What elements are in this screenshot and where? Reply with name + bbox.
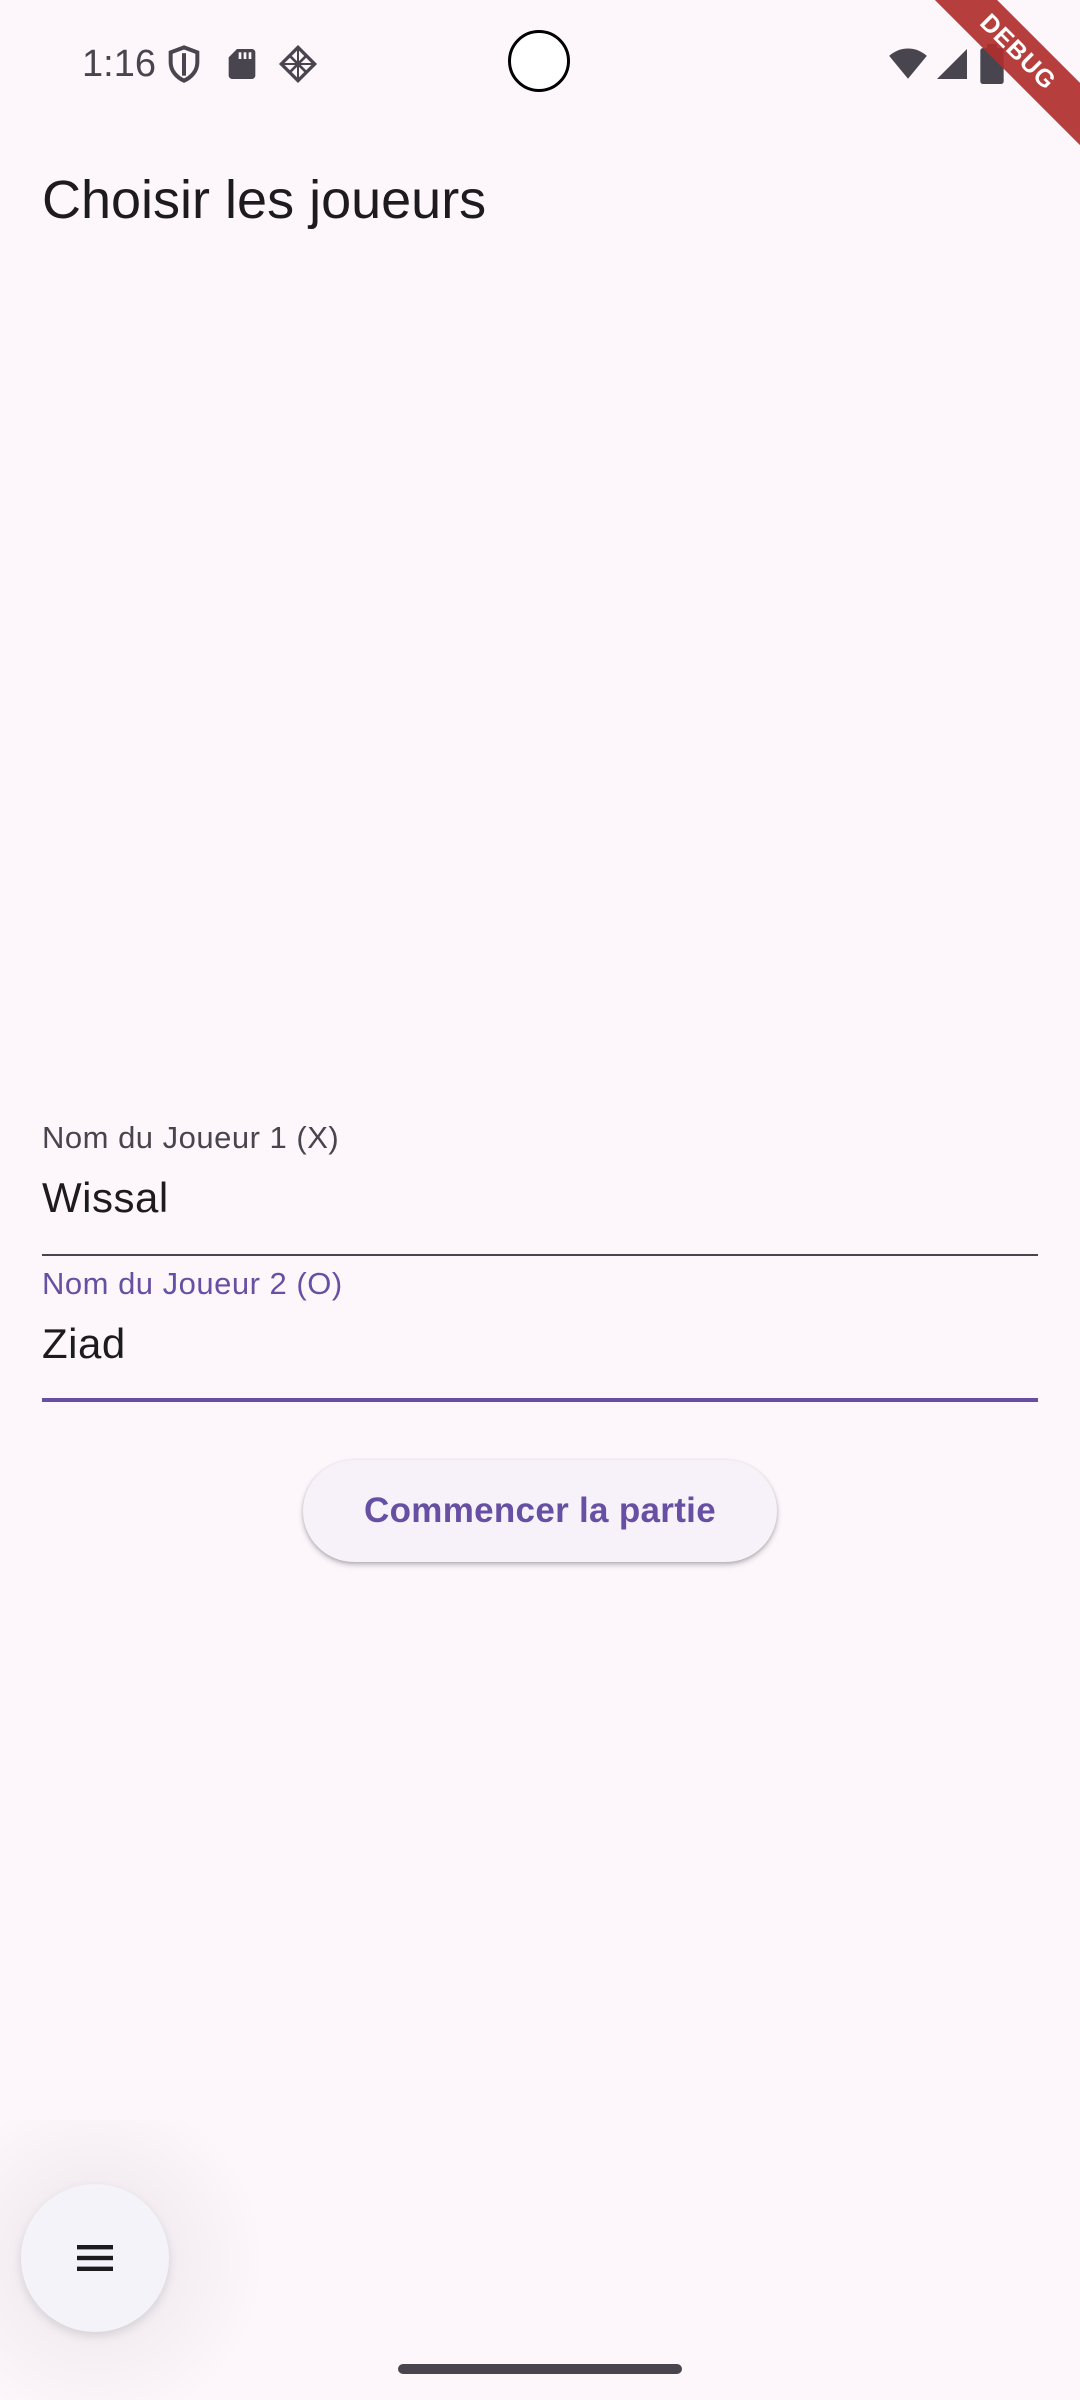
player1-underline: [42, 1254, 1038, 1256]
player1-name-label: Nom du Joueur 1 (X): [42, 1120, 340, 1155]
camera-cutout: [508, 30, 570, 92]
player2-name-label: Nom du Joueur 2 (O): [42, 1266, 343, 1301]
wifi-icon: [888, 46, 928, 86]
status-time: 1:16: [82, 43, 156, 85]
diamond-pattern-icon: [278, 44, 318, 84]
menu-icon: [77, 2245, 113, 2271]
sd-card-icon: [222, 44, 262, 84]
signal-icon: [934, 46, 974, 86]
player2-underline: [42, 1398, 1038, 1402]
page-title: Choisir les joueurs: [42, 170, 487, 230]
player2-name-field[interactable]: Nom du Joueur 2 (O): [42, 1264, 1038, 1402]
home-indicator[interactable]: [398, 2364, 682, 2374]
status-bar: 1:16: [0, 0, 1080, 130]
menu-fab-button[interactable]: [21, 2184, 169, 2332]
start-game-button[interactable]: Commencer la partie: [303, 1460, 777, 1562]
player1-name-field[interactable]: Nom du Joueur 1 (X): [42, 1118, 1038, 1256]
shield-icon: [164, 44, 204, 84]
player2-name-input[interactable]: [42, 1314, 1038, 1374]
player1-name-input[interactable]: [42, 1168, 1038, 1228]
